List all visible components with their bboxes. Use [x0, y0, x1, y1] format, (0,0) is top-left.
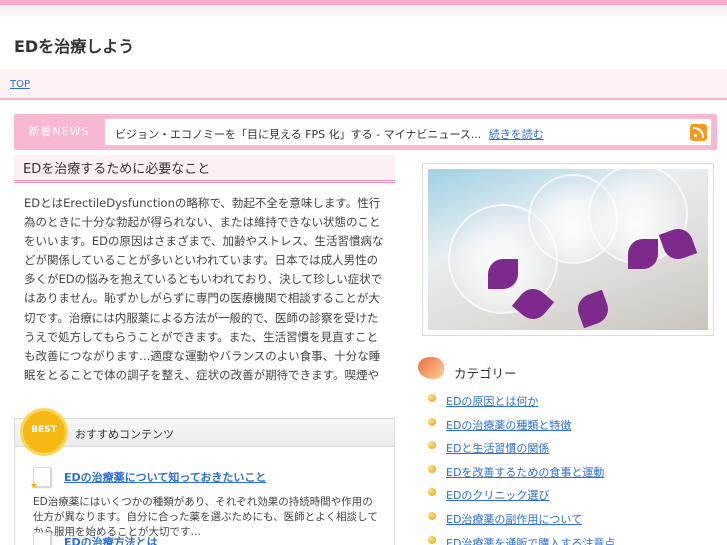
recommended-title: おすすめコンテンツ [75, 428, 174, 441]
category-title: カテゴリー [454, 366, 517, 381]
category-link[interactable]: ED治療薬の副作用について [446, 513, 582, 526]
category-link[interactable]: EDのクリニック選び [446, 489, 549, 502]
category-link[interactable]: EDの治療薬の種類と特徴 [446, 419, 571, 432]
nav-top-link[interactable]: TOP [10, 79, 30, 90]
category-link[interactable]: EDの原因とは何か [446, 395, 538, 408]
recommended-item-link[interactable]: EDの治療薬について知っておきたいこと [64, 469, 266, 485]
news-bar: 新着NEWS ビジョン・エコノミーを「目に見える FPS 化」する - マイナビ… [14, 114, 717, 150]
news-headline: ビジョン・エコノミーを「目に見える FPS 化」する - マイナビニュース... [115, 128, 482, 141]
category-item: EDの治療薬の種類と特徴 [428, 414, 615, 438]
top-gradient-band [0, 5, 727, 23]
news-item: ビジョン・エコノミーを「目に見える FPS 化」する - マイナビニュース...… [115, 126, 544, 142]
news-label: 新着NEWS [28, 125, 90, 138]
category-list: EDの原因とは何か EDの治療薬の種類と特徴 EDと生活習慣の関係 EDを改善す… [428, 390, 615, 545]
category-item: EDのクリニック選び [428, 484, 615, 508]
document-icon [33, 532, 51, 545]
rss-icon[interactable] [690, 124, 707, 141]
best-badge-icon: BEST [23, 411, 65, 453]
news-read-more-link[interactable]: 続きを読む [489, 128, 544, 141]
site-title[interactable]: EDを治療しよう [14, 33, 134, 57]
category-link[interactable]: ED治療薬を通販で購入する注意点 [446, 537, 615, 545]
article-heading: EDを治療するために必要なこと [14, 155, 395, 183]
category-link[interactable]: EDと生活習慣の関係 [446, 442, 549, 455]
category-item: ED治療薬を通販で購入する注意点 [428, 532, 615, 545]
candle-glasses-image [428, 169, 708, 330]
document-icon [30, 467, 51, 491]
category-item: EDを改善するための食事と運動 [428, 461, 615, 485]
news-box: ビジョン・エコノミーを「目に見える FPS 化」する - マイナビニュース...… [104, 118, 712, 146]
category-item: ED治療薬の副作用について [428, 508, 615, 532]
category-link[interactable]: EDを改善するための食事と運動 [446, 466, 604, 479]
category-item: EDと生活習慣の関係 [428, 437, 615, 461]
header-photo [422, 163, 714, 336]
recommended-header: BEST おすすめコンテンツ [15, 411, 394, 453]
main-content: EDを治療するために必要なこと EDとはErectileDysfunctionの… [14, 155, 395, 386]
best-badge-label: BEST [31, 425, 57, 435]
recommended-box: BEST おすすめコンテンツ EDの治療薬について知っておきたいこと ED治療薬… [14, 411, 395, 545]
category-item: EDの原因とは何か [428, 390, 615, 414]
recommended-item-link[interactable]: EDの治療方法とは [64, 534, 158, 545]
fish-icon [418, 357, 444, 379]
article-body: EDとはErectileDysfunctionの略称で、勃起不全を意味します。性… [24, 196, 384, 382]
nav-bar: TOP [0, 69, 727, 100]
